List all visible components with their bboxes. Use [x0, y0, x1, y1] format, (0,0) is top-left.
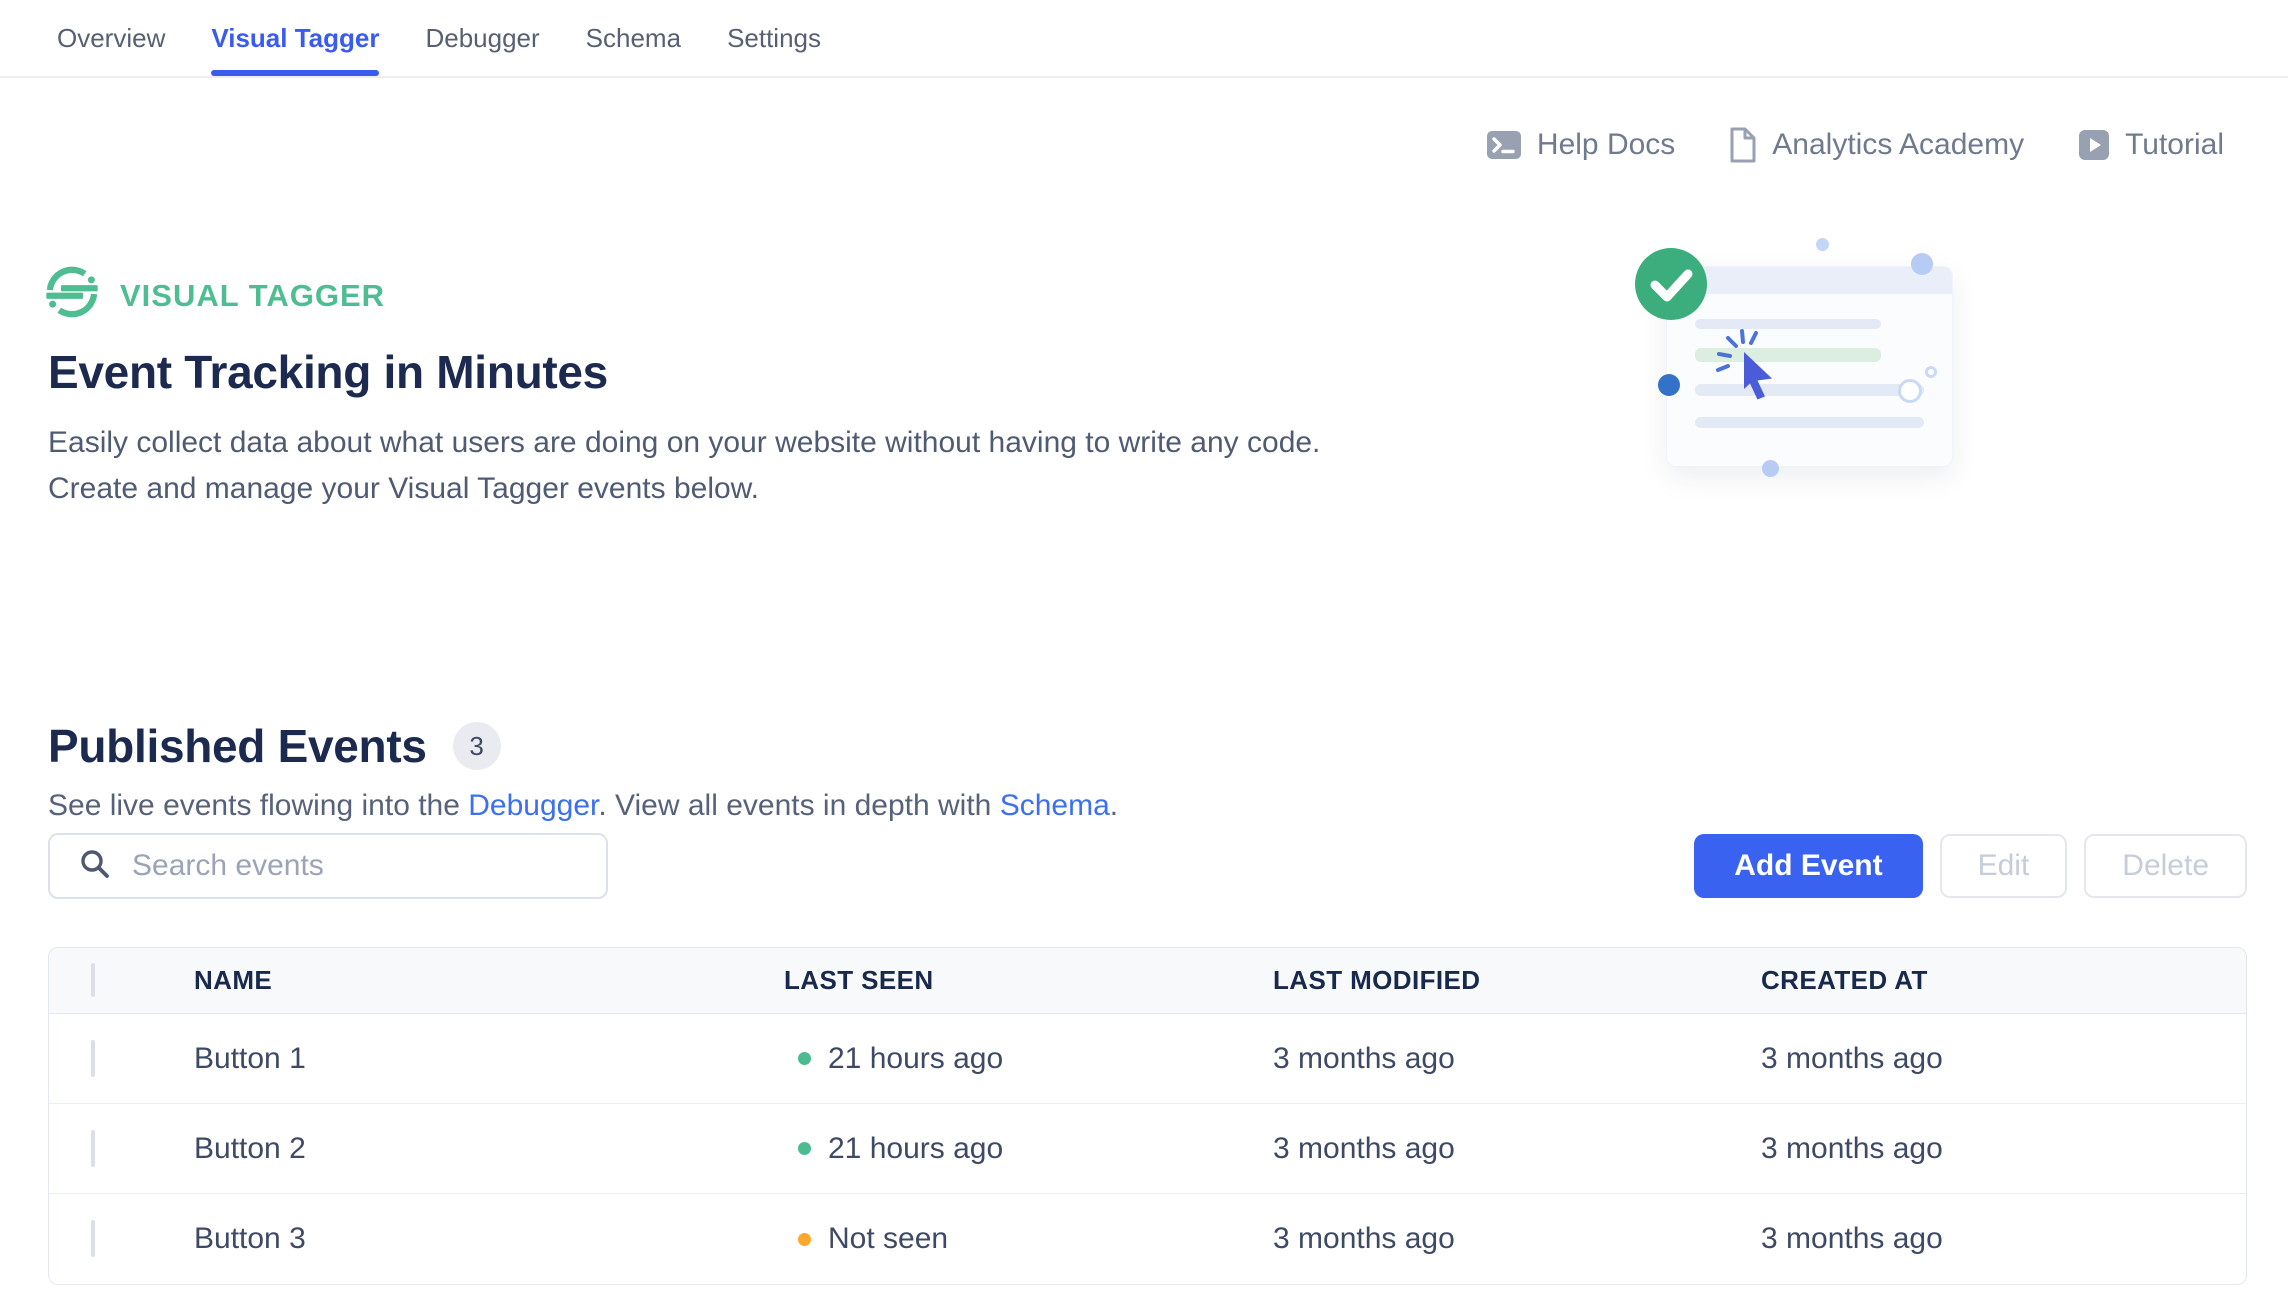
- segment-logo-icon: [44, 264, 100, 328]
- column-header-last-seen: LAST SEEN: [784, 965, 1273, 996]
- schema-link[interactable]: Schema: [1000, 789, 1110, 822]
- status-dot: [798, 1233, 811, 1246]
- illustration-text-line: [1695, 319, 1881, 329]
- decor-dot: [1762, 460, 1779, 477]
- tutorial-label: Tutorial: [2125, 128, 2224, 162]
- row-checkbox[interactable]: [91, 1220, 95, 1257]
- delete-button[interactable]: Delete: [2084, 834, 2247, 898]
- top-nav: Overview Visual Tagger Debugger Schema S…: [0, 0, 2288, 78]
- decor-dot: [1816, 238, 1829, 251]
- search-box[interactable]: [48, 833, 608, 899]
- terminal-icon: [1486, 129, 1522, 161]
- select-all-checkbox[interactable]: [91, 963, 95, 997]
- page-description-line1: Easily collect data about what users are…: [48, 420, 1320, 466]
- column-header-created-at: CREATED AT: [1761, 965, 2246, 996]
- table-header-row: NAME LAST SEEN LAST MODIFIED CREATED AT: [49, 948, 2246, 1014]
- published-events-subtitle: See live events flowing into the Debugge…: [48, 786, 1118, 826]
- events-table: NAME LAST SEEN LAST MODIFIED CREATED AT …: [48, 947, 2247, 1285]
- last-modified-cell: 3 months ago: [1273, 1222, 1761, 1256]
- cursor-click-icon: [1706, 320, 1786, 400]
- subtitle-text: See live events flowing into the: [48, 789, 468, 822]
- created-at-cell: 3 months ago: [1761, 1042, 2246, 1076]
- published-events-heading-row: Published Events 3: [48, 718, 501, 774]
- last-modified-cell: 3 months ago: [1273, 1042, 1761, 1076]
- visual-tagger-eyebrow: VISUAL TAGGER: [44, 264, 385, 328]
- created-at-cell: 3 months ago: [1761, 1222, 2246, 1256]
- tab-visual-tagger[interactable]: Visual Tagger: [211, 0, 379, 76]
- illustration-card: [1666, 266, 1953, 467]
- search-input[interactable]: [132, 849, 586, 883]
- tab-settings[interactable]: Settings: [727, 0, 821, 76]
- column-header-name: NAME: [194, 965, 784, 996]
- decor-ring: [1898, 379, 1922, 403]
- event-name: Button 1: [194, 1042, 784, 1076]
- edit-button[interactable]: Edit: [1940, 834, 2068, 898]
- tab-debugger[interactable]: Debugger: [425, 0, 539, 76]
- illustration-card-header: [1667, 267, 1952, 294]
- last-seen-cell: Not seen: [784, 1222, 1273, 1256]
- last-seen-text: 21 hours ago: [828, 1132, 1003, 1166]
- column-header-last-modified: LAST MODIFIED: [1273, 965, 1761, 996]
- decor-ring: [1925, 366, 1937, 378]
- help-links-bar: Help Docs Analytics Academy Tutorial: [1486, 127, 2224, 163]
- debugger-link[interactable]: Debugger: [468, 789, 598, 822]
- illustration-highlight-line: [1695, 348, 1881, 362]
- status-dot: [798, 1142, 811, 1155]
- subtitle-text: . View all events in depth with: [598, 789, 999, 822]
- help-docs-label: Help Docs: [1537, 128, 1675, 162]
- tab-schema[interactable]: Schema: [586, 0, 681, 76]
- analytics-academy-label: Analytics Academy: [1772, 128, 2024, 162]
- last-seen-cell: 21 hours ago: [784, 1132, 1273, 1166]
- events-count-badge: 3: [453, 722, 501, 770]
- page-title: Event Tracking in Minutes: [48, 344, 608, 400]
- search-icon: [78, 847, 112, 886]
- play-icon: [2078, 129, 2110, 161]
- table-row[interactable]: Button 3 Not seen 3 months ago 3 months …: [49, 1194, 2246, 1284]
- decor-dot: [1911, 253, 1933, 275]
- visual-tagger-page: Overview Visual Tagger Debugger Schema S…: [0, 0, 2288, 1316]
- events-toolbar: Add Event Edit Delete: [48, 833, 2247, 899]
- last-modified-cell: 3 months ago: [1273, 1132, 1761, 1166]
- table-row[interactable]: Button 1 21 hours ago 3 months ago 3 mon…: [49, 1014, 2246, 1104]
- add-event-button[interactable]: Add Event: [1694, 834, 1922, 898]
- decor-dot: [1658, 374, 1680, 396]
- status-dot: [798, 1052, 811, 1065]
- toolbar-buttons: Add Event Edit Delete: [1694, 834, 2247, 898]
- check-icon: [1635, 248, 1707, 320]
- illustration-text-line: [1695, 417, 1924, 428]
- tutorial-link[interactable]: Tutorial: [2078, 127, 2224, 163]
- published-events-title: Published Events: [48, 718, 427, 774]
- illustration-text-line: [1695, 384, 1924, 396]
- document-icon: [1729, 127, 1757, 163]
- table-row[interactable]: Button 2 21 hours ago 3 months ago 3 mon…: [49, 1104, 2246, 1194]
- last-seen-text: 21 hours ago: [828, 1042, 1003, 1076]
- subtitle-text: .: [1110, 789, 1118, 822]
- row-checkbox[interactable]: [91, 1130, 95, 1167]
- event-name: Button 2: [194, 1132, 784, 1166]
- last-seen-text: Not seen: [828, 1222, 948, 1256]
- event-name: Button 3: [194, 1222, 784, 1256]
- last-seen-cell: 21 hours ago: [784, 1042, 1273, 1076]
- eyebrow-label: VISUAL TAGGER: [120, 278, 385, 314]
- created-at-cell: 3 months ago: [1761, 1132, 2246, 1166]
- row-checkbox[interactable]: [91, 1040, 95, 1077]
- page-description-line2: Create and manage your Visual Tagger eve…: [48, 466, 759, 512]
- tab-overview[interactable]: Overview: [57, 0, 165, 76]
- help-docs-link[interactable]: Help Docs: [1486, 127, 1675, 163]
- analytics-academy-link[interactable]: Analytics Academy: [1729, 127, 2024, 163]
